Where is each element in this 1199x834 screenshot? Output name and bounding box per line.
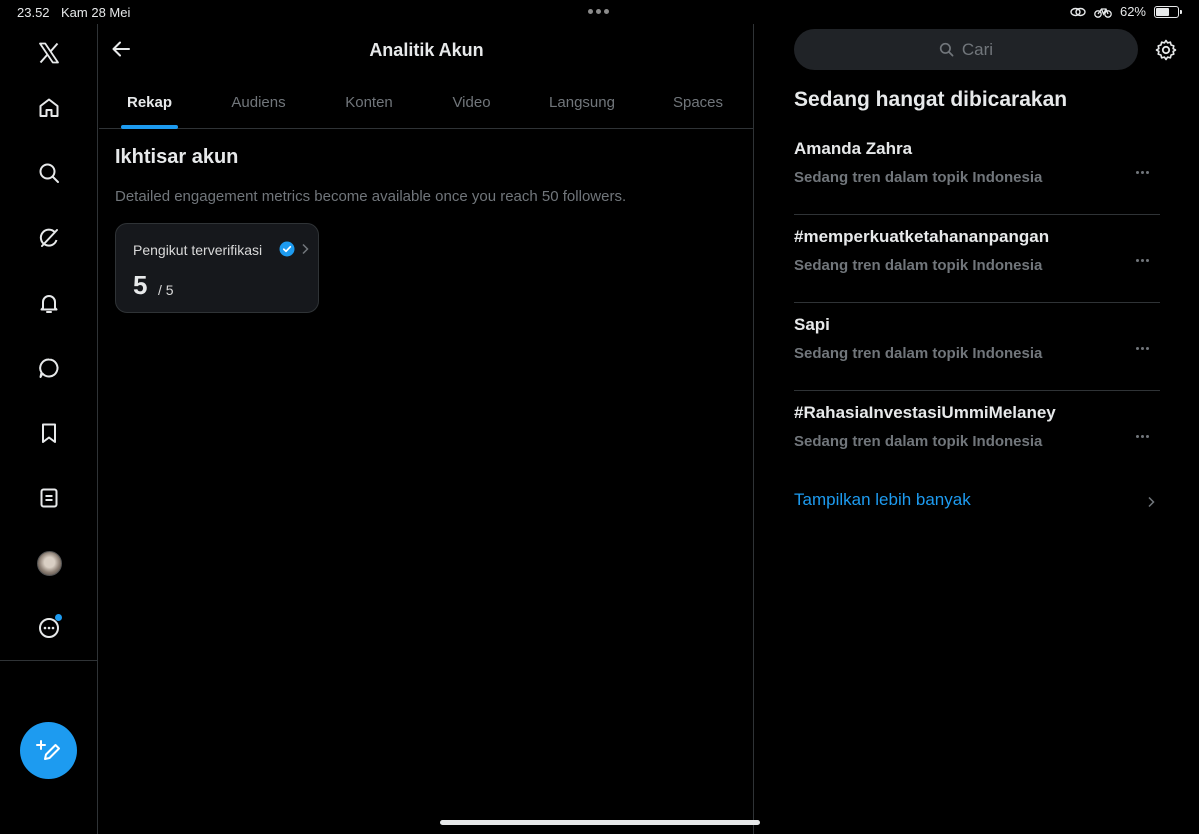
gear-icon[interactable]: [1154, 38, 1178, 62]
bicycle-icon: [1094, 7, 1112, 18]
search-placeholder: Cari: [961, 39, 994, 59]
chevron-right-icon: [1148, 496, 1155, 508]
messages-icon[interactable]: [30, 349, 68, 387]
tab-konten[interactable]: Konten: [317, 76, 421, 129]
chevron-right-icon: [302, 243, 309, 255]
notification-dot: [55, 614, 62, 621]
active-tab-indicator: [121, 125, 178, 129]
more-options-icon[interactable]: [1136, 259, 1152, 263]
section-title: Ikhtisar akun: [115, 146, 239, 168]
x-logo-icon[interactable]: [30, 34, 68, 72]
tab-rekap[interactable]: Rekap: [99, 76, 200, 129]
metric-label: Pengikut terverifikasi: [133, 242, 263, 258]
tab-label: Konten: [345, 94, 393, 111]
more-options-icon[interactable]: [1136, 347, 1152, 351]
trend-name: Amanda Zahra: [794, 139, 913, 158]
link-icon: [1070, 7, 1086, 16]
section-description: Detailed engagement metrics become avail…: [115, 188, 627, 205]
search-input[interactable]: Cari: [794, 29, 1138, 70]
trend-meta: Sedang tren dalam topik Indonesia: [794, 169, 1043, 186]
search-icon[interactable]: [30, 154, 68, 192]
trend-item[interactable]: #memperkuatketahananpangan Sedang tren d…: [794, 215, 1160, 303]
more-options-icon[interactable]: [1136, 435, 1152, 439]
grok-icon[interactable]: [30, 219, 68, 257]
more-options-icon[interactable]: [1136, 171, 1152, 175]
page-title: Analitik Akun: [369, 40, 484, 60]
status-time: 23.52: [17, 5, 50, 20]
lists-icon[interactable]: [30, 479, 68, 517]
tab-video[interactable]: Video: [421, 76, 522, 129]
avatar: [36, 550, 62, 576]
trend-item[interactable]: Sapi Sedang tren dalam topik Indonesia: [794, 303, 1160, 391]
trend-item[interactable]: #RahasiaInvestasiUmmiMelaney Sedang tren…: [794, 391, 1160, 479]
verified-followers-card[interactable]: Pengikut terverifikasi 5 / 5: [115, 223, 319, 313]
status-indicators: 62%: [1070, 4, 1182, 19]
metric-value: 5: [133, 270, 148, 300]
tab-label: Rekap: [126, 94, 173, 111]
trend-name: #RahasiaInvestasiUmmiMelaney: [794, 403, 1056, 422]
tab-label: Video: [452, 94, 491, 111]
trend-name: #memperkuatketahananpangan: [794, 227, 1050, 246]
home-icon[interactable]: [30, 89, 68, 127]
verified-badge-icon: [279, 241, 295, 257]
more-icon[interactable]: [30, 609, 68, 647]
battery-icon: [1154, 5, 1182, 18]
compose-icon: [35, 739, 60, 760]
trend-meta: Sedang tren dalam topik Indonesia: [794, 433, 1043, 450]
status-bar: 23.52 Kam 28 Mei 62%: [0, 0, 1199, 24]
tab-label: Audiens: [231, 94, 286, 111]
trend-meta: Sedang tren dalam topik Indonesia: [794, 345, 1043, 362]
trend-item[interactable]: Amanda Zahra Sedang tren dalam topik Ind…: [794, 127, 1160, 215]
analytics-tabs: Rekap Audiens Konten Video Langsung Spac…: [99, 76, 754, 129]
notifications-bell-icon[interactable]: [30, 284, 68, 322]
multitasking-dots-icon[interactable]: [588, 5, 609, 14]
tab-langsung[interactable]: Langsung: [522, 76, 642, 129]
battery-percentage: 62%: [1119, 4, 1146, 19]
tab-audiens[interactable]: Audiens: [200, 76, 317, 129]
home-indicator[interactable]: [440, 820, 760, 825]
trend-meta: Sedang tren dalam topik Indonesia: [794, 257, 1043, 274]
trending-heading: Sedang hangat dibicarakan: [794, 88, 1068, 111]
profile-avatar-button[interactable]: [30, 544, 68, 582]
nav-divider: [0, 660, 98, 661]
tab-spaces[interactable]: Spaces: [642, 76, 754, 129]
status-date: Kam 28 Mei: [61, 5, 131, 20]
bookmark-icon[interactable]: [30, 414, 68, 452]
left-sidebar: [0, 24, 98, 834]
main-column: Analitik Akun Rekap Audiens Konten Video…: [99, 24, 754, 834]
show-more-link[interactable]: Tampilkan lebih banyak: [794, 490, 971, 510]
trend-name: Sapi: [794, 315, 830, 334]
search-icon: [939, 42, 954, 57]
tab-label: Langsung: [549, 94, 615, 111]
tab-label: Spaces: [672, 94, 724, 111]
right-sidebar: Cari Sedang hangat dibicarakan Amanda Za…: [755, 24, 1199, 834]
metric-total: / 5: [158, 282, 174, 298]
compose-button[interactable]: [20, 722, 77, 779]
